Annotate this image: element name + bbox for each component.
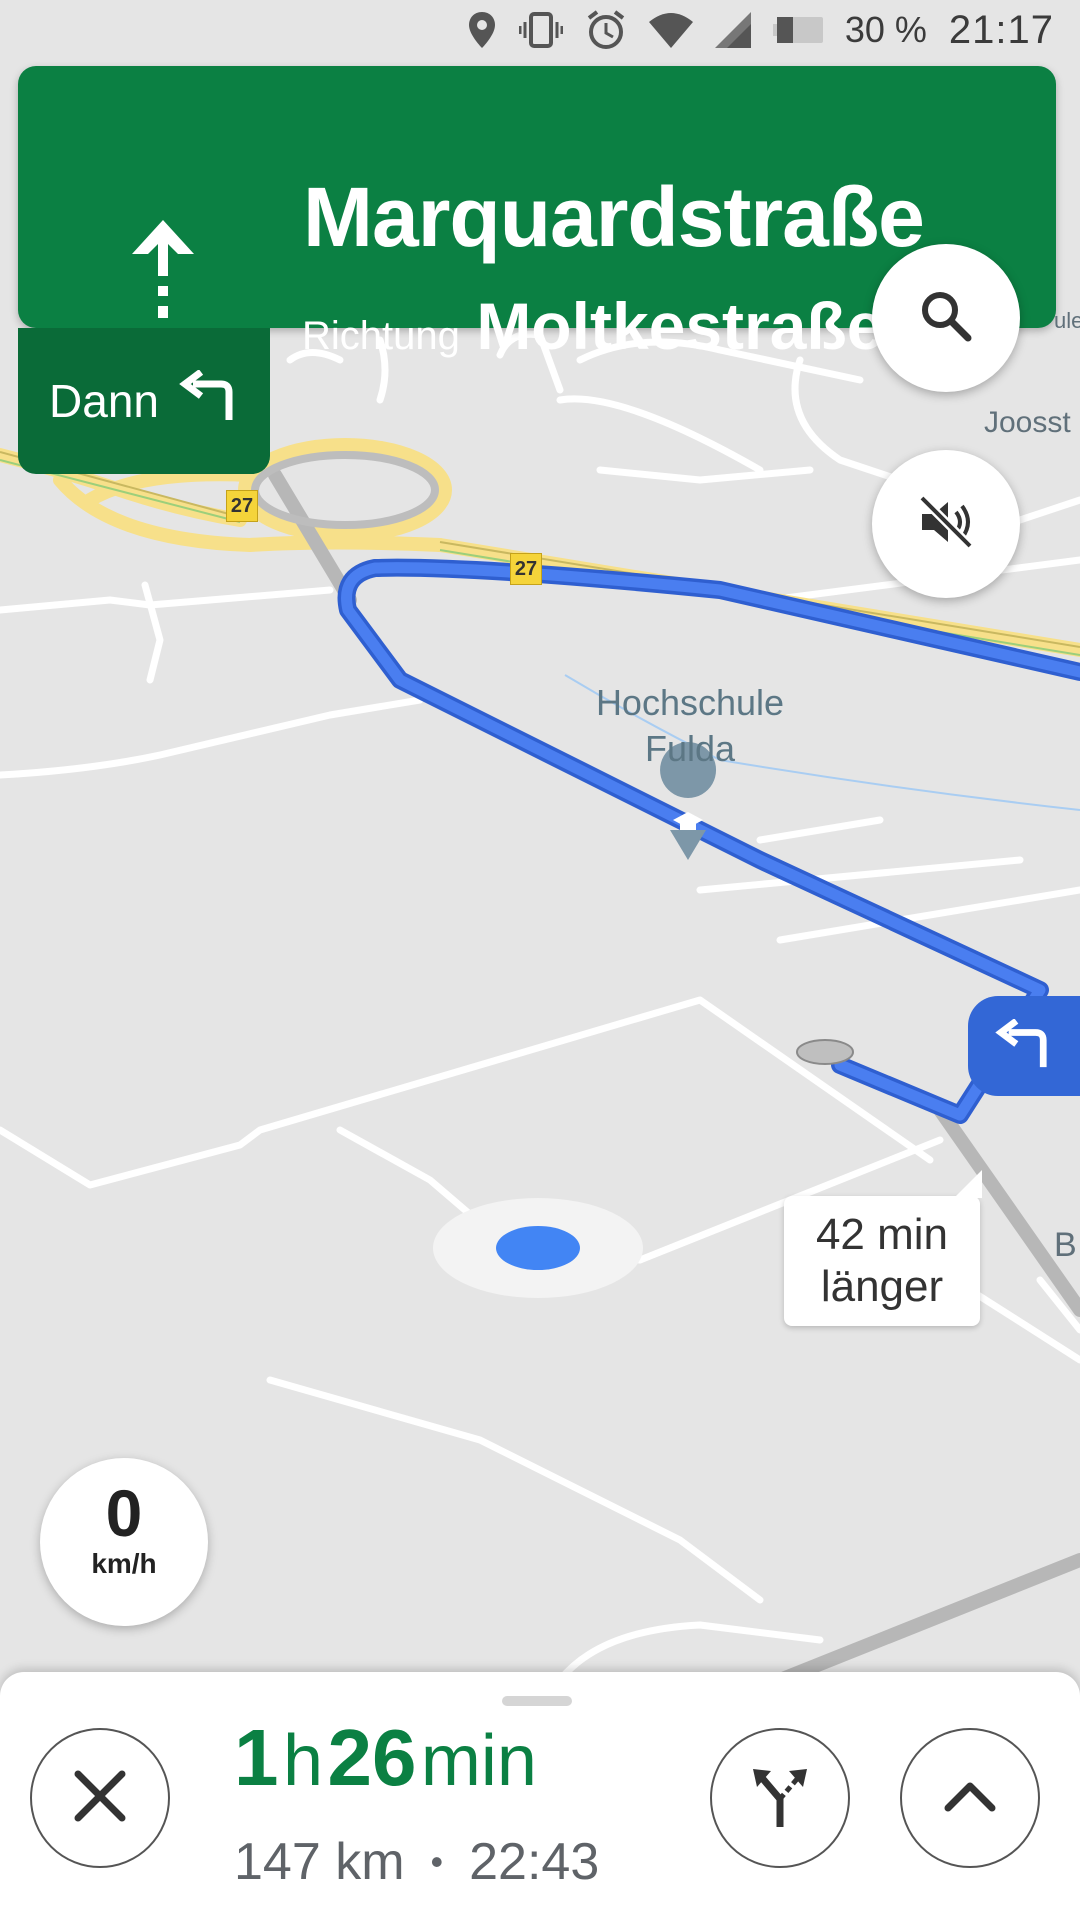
turn-left-icon bbox=[995, 1017, 1053, 1074]
upcoming-turn-marker bbox=[968, 996, 1080, 1096]
street-label-ule: ule bbox=[1054, 308, 1080, 333]
battery-icon bbox=[772, 15, 823, 45]
street-label-b: B bbox=[1054, 1226, 1077, 1264]
street-label-joosst: Joosst bbox=[984, 406, 1071, 439]
next-maneuver: Dann bbox=[18, 328, 270, 474]
signal-icon bbox=[714, 12, 751, 48]
volume-off-icon bbox=[916, 492, 976, 557]
trip-duration: 1 h 26 min bbox=[234, 1712, 537, 1804]
mute-button[interactable] bbox=[872, 450, 1020, 598]
route-number-badge: 27 bbox=[510, 553, 542, 585]
trip-details: 147 km • 22:43 bbox=[234, 1832, 599, 1892]
duration-minutes: 26 bbox=[327, 1713, 417, 1802]
battery-percent: 30 % bbox=[844, 9, 927, 50]
poi-name-line1: Hochschule bbox=[595, 682, 785, 723]
toward-destination: Moltkestraße bbox=[476, 289, 884, 363]
separator-dot: • bbox=[430, 1841, 444, 1882]
delay-time: 42 min bbox=[815, 1210, 949, 1259]
chevron-up-icon bbox=[942, 1776, 998, 1821]
duration-minutes-unit: min bbox=[420, 1721, 537, 1801]
speed-unit: km/h bbox=[91, 1548, 157, 1579]
clock: 21:17 bbox=[948, 7, 1054, 52]
route-number-badge: 27 bbox=[226, 490, 258, 522]
delay-label: länger bbox=[820, 1262, 944, 1311]
toward-street: Richtung Moltkestraße bbox=[302, 288, 883, 364]
alternate-route-delay[interactable]: 42 min länger bbox=[784, 1170, 982, 1326]
duration-hours: 1 bbox=[234, 1713, 279, 1802]
expand-button[interactable] bbox=[900, 1728, 1040, 1868]
status-bar: 30 % 21:17 bbox=[0, 0, 1080, 60]
exit-navigation-button[interactable] bbox=[30, 1728, 170, 1868]
toward-prefix: Richtung bbox=[302, 314, 460, 358]
speed-value: 0 bbox=[105, 1476, 143, 1550]
alarm-icon bbox=[585, 9, 627, 51]
vibrate-icon bbox=[518, 10, 563, 50]
poi-name-line2: Fulda bbox=[644, 728, 736, 769]
duration-hours-unit: h bbox=[282, 1721, 323, 1801]
then-label: Dann bbox=[49, 375, 159, 427]
location-icon bbox=[467, 10, 497, 50]
poi-label[interactable]: Hochschule Fulda bbox=[560, 680, 820, 772]
drag-handle[interactable] bbox=[502, 1696, 572, 1706]
straight-arrow-icon bbox=[128, 216, 198, 327]
fork-route-icon bbox=[745, 1761, 815, 1836]
alternate-routes-button[interactable] bbox=[710, 1728, 850, 1868]
maneuver-street: Marquardstraße bbox=[303, 170, 925, 264]
arrival-time: 22:43 bbox=[469, 1833, 600, 1891]
wifi-icon bbox=[648, 12, 693, 48]
close-icon bbox=[72, 1768, 128, 1829]
search-icon bbox=[918, 288, 974, 349]
trip-bottom-sheet[interactable]: 1 h 26 min 147 km • 22:43 bbox=[0, 1672, 1080, 1920]
speedometer: 0 km/h bbox=[40, 1458, 208, 1626]
turn-left-icon bbox=[179, 368, 239, 433]
trip-distance: 147 km bbox=[234, 1833, 405, 1891]
search-button[interactable] bbox=[872, 244, 1020, 392]
